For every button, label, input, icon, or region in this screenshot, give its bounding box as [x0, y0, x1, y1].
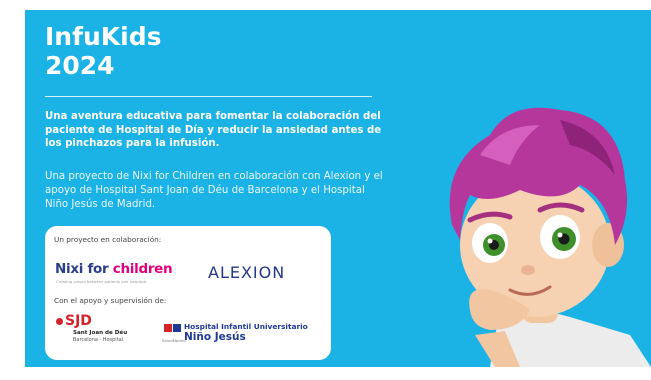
divider: [45, 96, 372, 97]
hospital-name-line2: Niño Jesús: [184, 331, 246, 343]
support-label: Con el apoyo y supervisión de:: [54, 296, 167, 305]
partners-card: Un proyecto en colaboración: Nixi for ch…: [45, 226, 331, 360]
nixi-logo-text: Nixi for: [55, 261, 113, 277]
sjd-subtitle: Sant Joan de Déu: [73, 330, 128, 336]
hospital-logo-icon: [164, 324, 181, 332]
title-line-1: InfuKids: [45, 22, 162, 51]
description-text: Una proyecto de Nixi for Children en col…: [45, 171, 383, 210]
sjd-location: Barcelona · Hospital: [73, 337, 124, 343]
nixi-for-children-logo: Nixi for children: [55, 261, 173, 277]
hospital-name-line1: Hospital Infantil Universitario: [184, 322, 308, 331]
sjd-heart-icon: [56, 317, 63, 325]
hero-banner: InfuKids 2024 Una aventura educativa par…: [25, 10, 651, 367]
alexion-logo: ALEXION: [208, 263, 286, 282]
child-mascot-illustration: [449, 107, 651, 367]
title-line-2: 2024: [45, 51, 115, 80]
lead-text: Una aventura educativa para fomentar la …: [45, 111, 382, 149]
sjd-logo: SJD: [56, 313, 92, 329]
nixi-logo-accent: children: [112, 261, 173, 277]
hospital-sub: SaludMadrid: [162, 338, 186, 343]
page-title: InfuKids 2024: [45, 22, 162, 80]
nixi-tagline: Creating values between patients and hos…: [56, 279, 147, 284]
collab-label: Un proyecto en colaboración:: [54, 235, 162, 244]
sjd-logo-text: SJD: [65, 313, 92, 329]
